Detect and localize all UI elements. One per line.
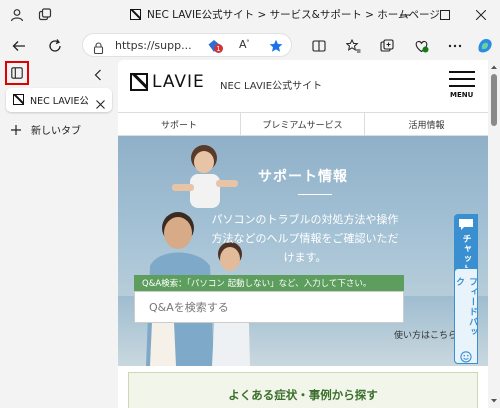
feedback-button[interactable]: フィードバック xyxy=(454,268,478,364)
qa-search: Q&A検索：「パソコン 起動しない」など、入力して下さい。 Q&Aを検索する xyxy=(134,275,404,329)
hero-title: サポート情報 xyxy=(258,169,348,185)
scroll-down-icon xyxy=(491,399,497,403)
collections-icon[interactable] xyxy=(376,35,398,57)
back-button[interactable] xyxy=(8,35,30,57)
more-options-icon[interactable] xyxy=(444,35,466,57)
qa-search-hint: Q&A検索：「パソコン 起動しない」など、入力して下さい。 xyxy=(134,275,404,291)
workspaces-icon[interactable] xyxy=(36,6,54,24)
tab-favicon-icon xyxy=(13,94,24,105)
tab-title: NEC LAVIE公式サイト xyxy=(30,96,88,107)
favorites-icon[interactable] xyxy=(342,35,364,57)
feedback-label: フィードバック xyxy=(454,277,477,337)
scrollbar-thumb[interactable] xyxy=(491,74,497,126)
how-to-use-link[interactable]: 使い方はこちら xyxy=(394,328,457,341)
chat-button[interactable]: チャット xyxy=(454,214,478,276)
site-name: NEC LAVIE公式サイト xyxy=(220,81,323,92)
title-bar: NEC LAVIE公式サイト > サービス&サポート > ホームページ xyxy=(0,0,500,30)
web-page: LAVIE NEC LAVIE公式サイト MENU サポート プレミアムサービス… xyxy=(118,60,488,408)
collapse-pane-icon[interactable] xyxy=(94,66,102,85)
refresh-button[interactable] xyxy=(44,35,66,57)
tab-actions-menu-button[interactable] xyxy=(5,61,29,85)
tracking-count-badge: 1 xyxy=(214,44,223,53)
lavie-logo[interactable]: LAVIE xyxy=(130,72,205,92)
nav-tips[interactable]: 活用情報 xyxy=(365,113,488,135)
url-text: https://supp... xyxy=(115,39,192,52)
split-screen-icon[interactable] xyxy=(308,35,330,57)
site-nav: サポート プレミアムサービス 活用情報 xyxy=(118,112,488,136)
hero-description: パソコンのトラブルの対処方法や操作方法などのヘルプ情報をご確認いただけます。 xyxy=(211,213,399,264)
browser-essentials-icon[interactable] xyxy=(410,35,432,57)
faq-title: よくある症状・事例から探す xyxy=(228,388,378,402)
brand-text: LAVIE xyxy=(152,72,205,92)
site-favicon-icon xyxy=(130,9,141,20)
lock-icon[interactable] xyxy=(93,39,104,58)
vertical-tabs-pane: NEC LAVIE公式サイト 新しいタブ xyxy=(0,60,118,408)
favorite-star-icon[interactable] xyxy=(269,38,283,57)
new-tab-label: 新しいタブ xyxy=(31,126,81,137)
tab-nec-lavie[interactable]: NEC LAVIE公式サイト xyxy=(6,88,112,112)
chat-bubble-icon xyxy=(459,219,473,230)
scroll-up-icon xyxy=(491,65,497,69)
close-tab-icon[interactable] xyxy=(96,94,105,113)
menu-label: MENU xyxy=(450,91,474,99)
title-underline xyxy=(298,194,332,195)
browser-toolbar: https://supp... 1 Aᵃ xyxy=(0,30,500,60)
profile-icon[interactable] xyxy=(8,6,26,24)
address-bar[interactable]: https://supp... 1 Aᵃ xyxy=(82,33,292,57)
page-scrollbar[interactable] xyxy=(488,60,500,408)
site-header: LAVIE NEC LAVIE公式サイト MENU xyxy=(118,60,488,108)
nav-premium-service[interactable]: プレミアムサービス xyxy=(241,113,365,135)
read-aloud-icon[interactable]: Aᵃ xyxy=(239,38,249,51)
hamburger-icon xyxy=(449,71,475,87)
menu-button[interactable]: MENU xyxy=(448,70,476,102)
plus-icon xyxy=(11,124,21,135)
lavie-logo-mark-icon xyxy=(130,73,148,91)
faq-section[interactable]: よくある症状・事例から探す xyxy=(128,372,478,408)
copilot-icon[interactable] xyxy=(474,35,496,57)
qa-search-input[interactable]: Q&Aを検索する xyxy=(134,291,404,323)
minimize-button[interactable] xyxy=(392,4,418,26)
nav-support[interactable]: サポート xyxy=(118,113,241,135)
maximize-button[interactable] xyxy=(432,4,458,26)
new-tab-button[interactable]: 新しいタブ xyxy=(10,122,81,137)
smile-icon xyxy=(460,351,472,363)
close-window-button[interactable] xyxy=(468,4,494,26)
tracking-prevention-icon[interactable]: 1 xyxy=(207,38,223,53)
